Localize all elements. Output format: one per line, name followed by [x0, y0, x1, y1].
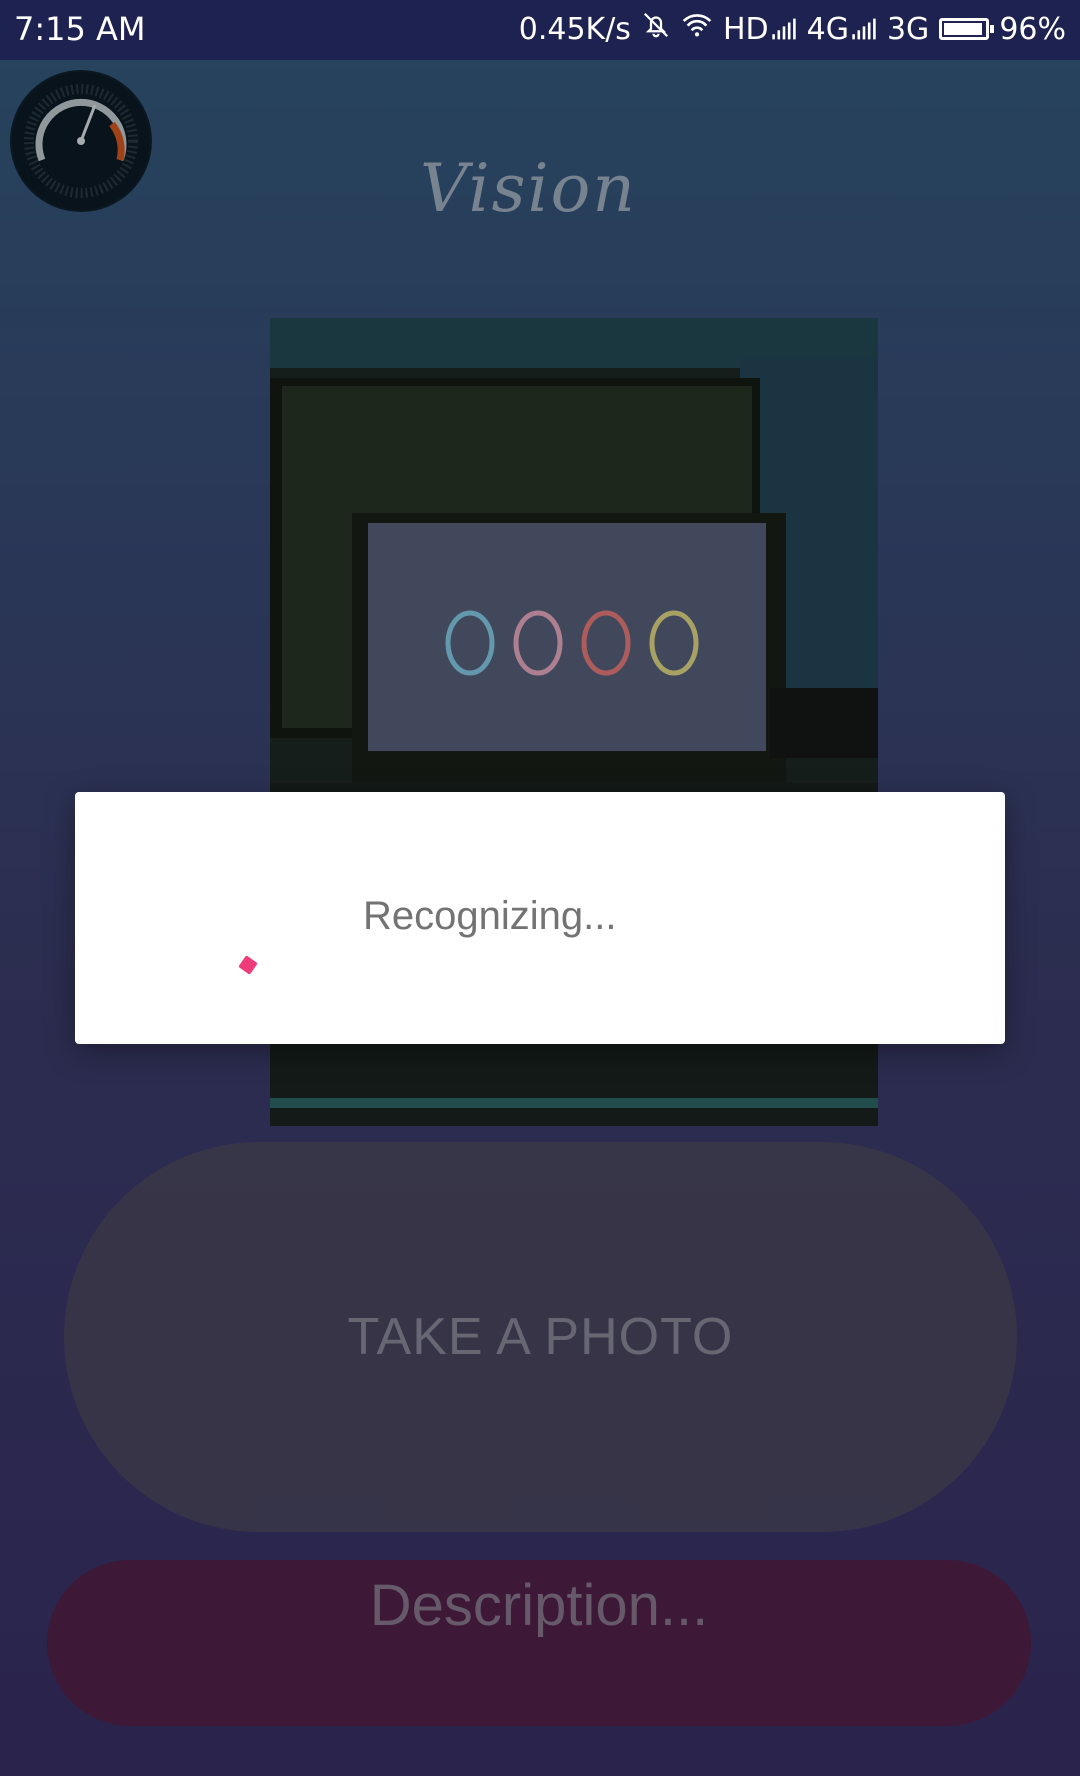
app-root: 7:15 AM 0.45K/s HD 4G 3G 96% Vision TAKE… — [0, 0, 1080, 1776]
battery-percent: 96% — [999, 11, 1066, 47]
signal-icon: 4G — [807, 12, 877, 47]
wifi-icon — [681, 11, 713, 47]
network-speed: 0.45K/s — [518, 11, 631, 47]
spinner-icon — [238, 955, 258, 975]
status-icons: 0.45K/s HD 4G 3G 96% — [519, 10, 1066, 48]
progress-dialog: Recognizing... — [75, 792, 1005, 1044]
battery-icon — [939, 18, 995, 40]
signal-icon: HD — [723, 12, 797, 47]
bell-off-icon — [641, 10, 671, 48]
status-bar: 7:15 AM 0.45K/s HD 4G 3G 96% — [0, 0, 1080, 60]
hd-label: HD — [722, 11, 769, 47]
status-time: 7:15 AM — [14, 10, 146, 48]
battery-fill — [944, 23, 983, 35]
network-type-2: 3G — [886, 11, 930, 47]
network-type-1: 4G — [806, 11, 849, 47]
dialog-message: Recognizing... — [363, 894, 617, 938]
